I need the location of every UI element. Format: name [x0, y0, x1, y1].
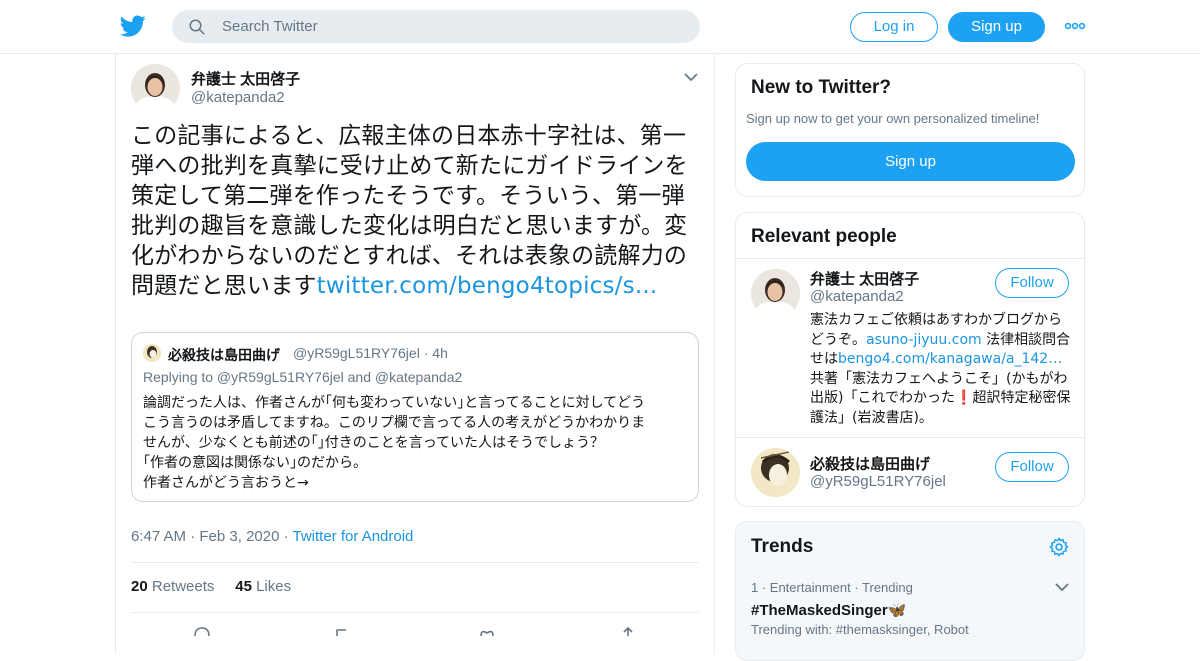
new-to-twitter-card: New to Twitter? Sign up now to get your …: [735, 63, 1085, 197]
person-handle[interactable]: @katepanda2: [810, 288, 904, 305]
replying-to: Replying to @yR59gL51RY76jel and @katepa…: [143, 369, 463, 385]
exclamation-icon: ❗: [955, 390, 973, 406]
more-dots-icon[interactable]: [1064, 17, 1086, 35]
tweet-text: この記事によると、広報主体の日本赤十字社は、第一弾への批判を真摯に受け止めて新た…: [131, 121, 706, 301]
retweets-label: Retweets: [151, 578, 215, 595]
quoted-line: 作者さんがどう言おうと→: [143, 475, 309, 491]
tweet-source[interactable]: Twitter for Android: [293, 528, 414, 545]
likes-stat[interactable]: 45 Likes: [235, 578, 291, 595]
quoted-line: こう言うのは矛盾してますね。このリプ欄で言ってる人の考えがどうかわかりま: [143, 415, 646, 431]
tweet-meta: 6:47 AM · Feb 3, 2020 · Twitter for Andr…: [131, 528, 414, 545]
divider: [736, 258, 1084, 259]
quoted-time: 4h: [432, 345, 448, 361]
like-icon[interactable]: [478, 626, 496, 636]
card-title: Relevant people: [751, 226, 897, 247]
card-title: New to Twitter?: [751, 77, 892, 98]
tweet-date[interactable]: Feb 3, 2020: [199, 528, 279, 545]
login-button[interactable]: Log in: [850, 12, 938, 42]
person-avatar[interactable]: [751, 448, 800, 497]
sidebar-signup-button[interactable]: Sign up: [746, 142, 1075, 181]
reply-icon[interactable]: [193, 626, 211, 636]
illustration-icon: [751, 448, 800, 497]
retweets-count: 20: [131, 578, 148, 595]
trends-card: Trends 1 · Entertainment · Trending #The…: [735, 521, 1085, 661]
tweet-stats: 20 Retweets 45 Likes: [131, 578, 291, 595]
chevron-down-icon[interactable]: [1055, 582, 1069, 592]
chevron-down-icon[interactable]: [684, 72, 698, 82]
person-handle[interactable]: @yR59gL51RY76jel: [810, 473, 946, 490]
follow-button[interactable]: Follow: [995, 268, 1069, 298]
divider: [131, 562, 699, 563]
twitter-bird-icon[interactable]: [120, 13, 146, 39]
quoted-line: せんが、少なくとも前述の｢｣付きのことを言っていた人はそうでしょう？: [143, 435, 605, 451]
quoted-text: 論調だった人は、作者さんが｢何も変わっていない｣と言ってることに対してどう こう…: [143, 393, 691, 493]
search-bar[interactable]: [172, 10, 700, 43]
likes-count: 45: [235, 578, 252, 595]
person-bio: 憲法カフェご依頼はあすわかブログからどうぞ。asuno-jiyuu.com 法律…: [810, 311, 1072, 428]
person-avatar[interactable]: [751, 269, 800, 318]
tweet-column: 弁護士 太田啓子 @katepanda2 この記事によると、広報主体の日本赤十字…: [115, 54, 715, 654]
search-input[interactable]: [222, 10, 682, 43]
divider: [131, 612, 699, 613]
card-subtitle: Sign up now to get your own personalized…: [746, 111, 1040, 126]
trend-name[interactable]: #TheMaskedSinger🦋: [751, 601, 906, 619]
quoted-author-name: 必殺技は島田曲げ: [168, 347, 280, 363]
quoted-tweet[interactable]: 必殺技は島田曲げ @yR59gL51RY76jel · 4h Replying …: [131, 332, 699, 502]
author-handle[interactable]: @katepanda2: [191, 89, 285, 106]
author-avatar[interactable]: [131, 64, 180, 113]
follow-button[interactable]: Follow: [995, 452, 1069, 482]
relevant-people-card: Relevant people 弁護士 太田啓子 @katepanda2 Fol…: [735, 212, 1085, 507]
bio-link[interactable]: asuno-jiyuu.com: [866, 332, 982, 348]
quoted-author-handle: @yR59gL51RY76jel: [293, 345, 420, 361]
retweets-stat[interactable]: 20 Retweets: [131, 578, 214, 595]
share-icon[interactable]: [619, 626, 637, 636]
bio-link[interactable]: bengo4.com/kanagawa/a_142…: [838, 351, 1062, 367]
likes-label: Likes: [256, 578, 292, 595]
quoted-line: ｢作者の意図は関係ない｣のだから。: [143, 455, 367, 471]
quoted-line: 論調だった人は、作者さんが｢何も変わっていない｣と言ってることに対してどう: [143, 395, 646, 411]
card-title: Trends: [751, 536, 814, 557]
person-name[interactable]: 弁護士 太田啓子: [810, 268, 919, 289]
gear-icon[interactable]: [1048, 536, 1070, 558]
search-icon: [189, 19, 205, 35]
quoted-author-meta: @yR59gL51RY76jel · 4h: [293, 345, 448, 361]
portrait-icon: [131, 64, 180, 113]
illustration-icon: [143, 344, 161, 362]
retweet-icon[interactable]: [334, 626, 352, 636]
person-name[interactable]: 必殺技は島田曲げ: [810, 453, 930, 474]
tweet-link[interactable]: twitter.com/bengo4topics/s...: [317, 273, 658, 299]
quoted-avatar: [143, 344, 161, 362]
author-name[interactable]: 弁護士 太田啓子: [191, 68, 300, 89]
divider: [736, 437, 1084, 438]
portrait-icon: [751, 269, 800, 318]
top-bar: Log in Sign up: [0, 0, 1200, 54]
tweet-time[interactable]: 6:47 AM: [131, 528, 186, 545]
trend-meta: 1 · Entertainment · Trending: [751, 580, 913, 595]
signup-button[interactable]: Sign up: [948, 12, 1045, 42]
